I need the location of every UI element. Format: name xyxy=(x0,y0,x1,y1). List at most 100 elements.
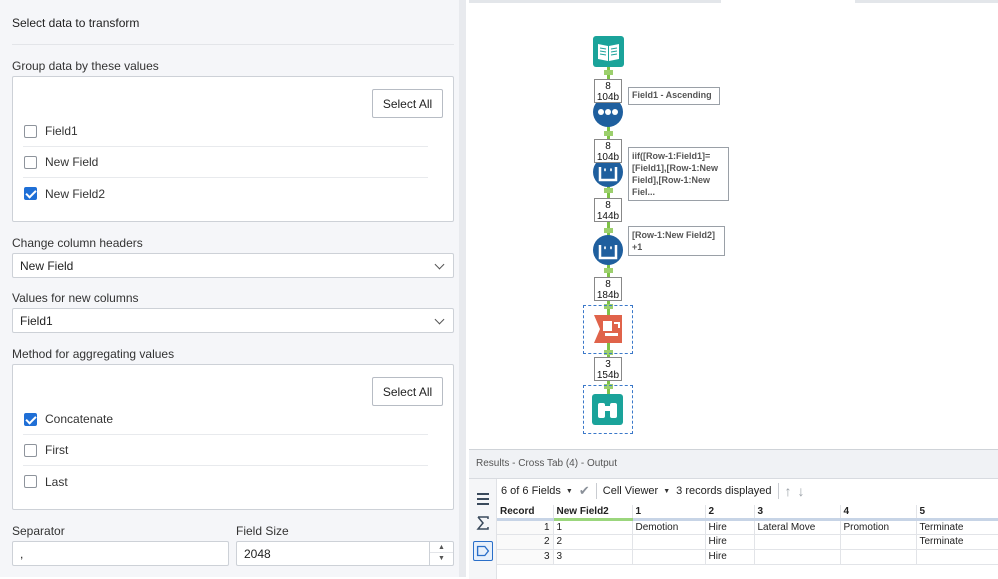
aggregate-method-row[interactable]: Last xyxy=(23,466,428,497)
column-header[interactable]: 3 xyxy=(754,505,841,521)
fields-selector[interactable]: 6 of 6 Fields ▼ xyxy=(501,485,573,497)
table-cell[interactable]: Hire xyxy=(705,519,755,535)
results-sidebar xyxy=(469,479,497,579)
record-count-badge: 8 144b xyxy=(594,198,622,222)
checkbox[interactable] xyxy=(24,475,37,488)
table-cell[interactable] xyxy=(754,534,841,550)
chevron-up-icon[interactable]: ▲ xyxy=(430,542,453,553)
stepper-buttons: ▲ ▼ xyxy=(429,542,453,565)
table-cell[interactable]: Terminate xyxy=(916,534,998,550)
column-header[interactable]: 2 xyxy=(705,505,755,521)
checkbox[interactable] xyxy=(24,124,37,138)
record-count: 3 xyxy=(605,359,611,370)
chevron-down-icon[interactable]: ▼ xyxy=(430,553,453,564)
tool-annotation: [Row-1:New Field2] +1 xyxy=(628,226,725,256)
tool-annotation: Field1 - Ascending xyxy=(628,87,720,105)
method-label: First xyxy=(45,443,69,457)
panel-scrollbar[interactable] xyxy=(459,0,466,577)
caret-down-icon: ▼ xyxy=(565,487,573,495)
results-grid: Record New Field2 1 2 3 4 5 1 1 Demotion… xyxy=(497,505,998,565)
cross-tab-tool-icon[interactable] xyxy=(592,313,624,345)
record-count: 8 xyxy=(605,141,611,152)
input-data-book-icon[interactable] xyxy=(593,36,624,67)
column-header[interactable]: Record xyxy=(497,505,554,521)
tab-active-workflow[interactable] xyxy=(721,0,855,3)
table-cell[interactable] xyxy=(632,534,706,550)
connector-anchor xyxy=(604,268,613,273)
record-count-badge: 8 104b xyxy=(594,139,622,163)
checkbox[interactable] xyxy=(24,155,37,169)
workflow-canvas[interactable]: 8 104b 8 104b 8 144b 8 184b 3 154b Field… xyxy=(469,0,998,447)
table-cell[interactable]: Demotion xyxy=(632,519,706,535)
arrow-up-icon[interactable]: ↑ xyxy=(785,483,792,499)
table-cell[interactable]: 3 xyxy=(553,549,633,565)
sigma-summary-icon[interactable] xyxy=(473,513,493,533)
group-select-all-button[interactable]: Select All xyxy=(372,89,443,118)
change-headers-dropdown[interactable]: New Field xyxy=(12,253,454,278)
panel-title: Select data to transform xyxy=(12,16,140,30)
table-row[interactable]: 3 3 Hire xyxy=(497,549,998,565)
aggregate-method-row[interactable]: Concatenate xyxy=(23,404,428,435)
connector-anchor xyxy=(604,131,613,136)
field-label: New Field2 xyxy=(45,186,106,201)
record-number: 3 xyxy=(497,549,554,565)
change-headers-label: Change column headers xyxy=(12,236,143,250)
field-size-stepper[interactable]: 2048 ▲ ▼ xyxy=(236,541,454,566)
table-row[interactable]: 2 2 Hire Terminate xyxy=(497,534,998,550)
column-header[interactable]: New Field2 xyxy=(553,505,633,521)
table-cell[interactable]: Terminate xyxy=(916,519,998,535)
method-label: Last xyxy=(45,474,68,489)
list-view-icon[interactable] xyxy=(473,489,493,509)
connector-anchor xyxy=(604,70,613,75)
table-cell[interactable] xyxy=(840,549,917,565)
aggregate-method-row[interactable]: First xyxy=(23,435,428,466)
multi-row-formula-icon[interactable] xyxy=(592,234,624,266)
table-cell[interactable] xyxy=(916,549,998,565)
record-size: 104b xyxy=(596,152,620,163)
group-field-row[interactable]: New Field xyxy=(23,147,428,178)
table-cell[interactable]: 2 xyxy=(553,534,633,550)
column-header[interactable]: 1 xyxy=(632,505,706,521)
arrow-down-icon[interactable]: ↓ xyxy=(798,483,805,499)
results-title: Results - Cross Tab (4) - Output xyxy=(476,458,617,469)
record-count-badge: 8 184b xyxy=(594,277,622,301)
table-cell[interactable]: 1 xyxy=(553,519,633,535)
table-cell[interactable]: Promotion xyxy=(840,519,917,535)
table-cell[interactable] xyxy=(754,549,841,565)
checkbox[interactable] xyxy=(24,443,37,457)
method-label: Concatenate xyxy=(45,412,114,426)
table-cell[interactable] xyxy=(840,534,917,550)
tool-annotation: iif([Row-1:Field1]= [Field1],[Row-1:New … xyxy=(628,147,729,201)
aggregate-label: Method for aggregating values xyxy=(12,347,175,361)
checkbox-checked[interactable] xyxy=(24,412,37,426)
record-count: 8 xyxy=(605,279,611,290)
checkbox-checked[interactable] xyxy=(24,187,37,200)
group-by-label: Group data by these values xyxy=(12,59,159,73)
record-size: 144b xyxy=(596,211,620,222)
checkmark-icon[interactable]: ✔ xyxy=(579,483,590,499)
group-field-row[interactable]: Field1 xyxy=(23,116,428,147)
tag-metadata-icon[interactable] xyxy=(473,541,493,561)
table-cell[interactable] xyxy=(632,549,706,565)
table-row[interactable]: 1 1 Demotion Hire Lateral Move Promotion… xyxy=(497,519,998,535)
table-cell[interactable]: Hire xyxy=(705,549,755,565)
record-size: 104b xyxy=(596,92,620,103)
values-columns-dropdown[interactable]: Field1 xyxy=(12,308,454,333)
aggregate-select-all-button[interactable]: Select All xyxy=(372,377,443,406)
toolbar-separator xyxy=(777,483,779,499)
fields-selector-label: 6 of 6 Fields xyxy=(501,485,561,497)
toolbar-separator xyxy=(595,483,597,499)
table-cell[interactable]: Hire xyxy=(705,534,755,550)
records-displayed-text: 3 records displayed xyxy=(676,485,772,497)
column-header[interactable]: 4 xyxy=(840,505,917,521)
field-label: New Field xyxy=(45,155,99,169)
cell-viewer-dropdown[interactable]: Cell Viewer ▼ xyxy=(603,485,670,497)
group-field-row[interactable]: New Field2 xyxy=(23,178,428,209)
table-cell[interactable]: Lateral Move xyxy=(754,519,841,535)
values-columns-label: Values for new columns xyxy=(12,291,139,305)
separator-input[interactable]: , xyxy=(12,541,229,566)
browse-binoculars-icon[interactable] xyxy=(592,394,623,425)
input-value: 2048 xyxy=(244,546,271,561)
column-header[interactable]: 5 xyxy=(916,505,998,521)
aggregate-method-list: Select All Concatenate First Last xyxy=(12,364,454,510)
